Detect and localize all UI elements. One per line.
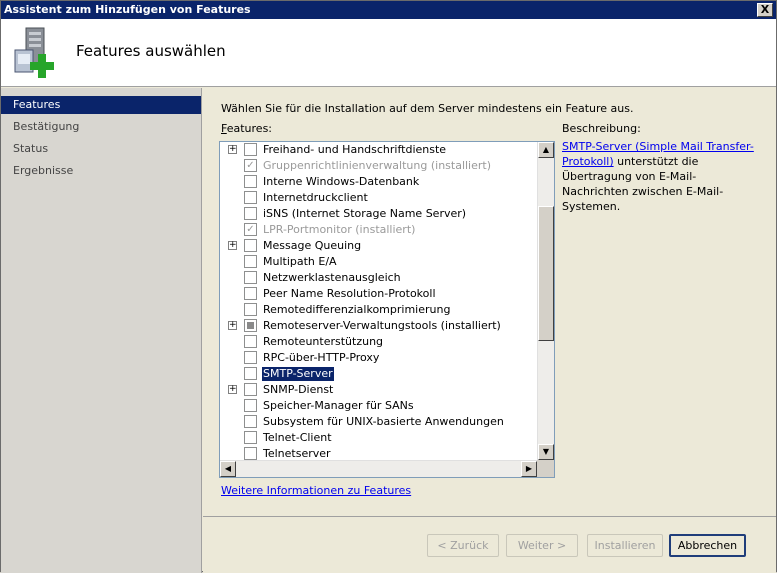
feature-checkbox[interactable] <box>244 351 257 364</box>
feature-row[interactable]: + Freihand- und Handschriftdienste <box>220 142 537 158</box>
expand-icon[interactable]: + <box>228 321 237 330</box>
feature-label: Telnetserver <box>263 447 331 460</box>
expand-icon[interactable]: + <box>228 145 237 154</box>
feature-row[interactable]: Remoteunterstützung <box>220 334 537 350</box>
feature-row[interactable]: + SNMP-Dienst <box>220 382 537 398</box>
feature-row[interactable]: Multipath E/A <box>220 254 537 270</box>
expand-icon[interactable]: + <box>228 241 237 250</box>
sidebar-item-bestaetigung[interactable]: Bestätigung <box>1 118 201 136</box>
features-label: Features: <box>221 122 273 135</box>
feature-row[interactable]: ✓ Gruppenrichtlinienverwaltung (installie… <box>220 158 537 174</box>
feature-checkbox[interactable]: ✓ <box>244 159 257 172</box>
feature-row[interactable]: RPC-über-HTTP-Proxy <box>220 350 537 366</box>
scroll-up-button[interactable]: ▲ <box>538 142 554 158</box>
feature-checkbox[interactable]: ✓ <box>244 223 257 236</box>
scroll-thumb[interactable] <box>538 206 554 341</box>
window-title: Assistent zum Hinzufügen von Features <box>4 3 251 16</box>
intro-text: Wählen Sie für die Installation auf dem … <box>221 102 634 115</box>
feature-checkbox[interactable] <box>244 255 257 268</box>
feature-row[interactable]: Netzwerklastenausgleich <box>220 270 537 286</box>
title-bar[interactable]: Assistent zum Hinzufügen von Features X <box>1 1 776 19</box>
feature-label: RPC-über-HTTP-Proxy <box>263 351 380 364</box>
scroll-down-button[interactable]: ▼ <box>538 444 554 460</box>
feature-label: Peer Name Resolution-Protokoll <box>263 287 436 300</box>
horizontal-scrollbar[interactable]: ◀ ▶ <box>220 460 537 477</box>
feature-checkbox[interactable] <box>244 207 257 220</box>
wizard-content: Wählen Sie für die Installation auf dem … <box>203 88 776 573</box>
description-text: SMTP-Server (Simple Mail Transfer-Protok… <box>562 140 754 213</box>
feature-checkbox[interactable] <box>244 319 257 332</box>
page-title: Features auswählen <box>76 42 226 60</box>
feature-label: Remotedifferenzialkomprimierung <box>263 303 451 316</box>
feature-checkbox[interactable] <box>244 303 257 316</box>
next-button[interactable]: Weiter > <box>506 534 578 557</box>
feature-checkbox[interactable] <box>244 239 257 252</box>
feature-checkbox[interactable] <box>244 383 257 396</box>
close-button[interactable]: X <box>757 3 773 17</box>
features-tree-list[interactable]: + Freihand- und Handschriftdienste ✓ Gruppe… <box>219 141 555 478</box>
feature-checkbox[interactable] <box>244 335 257 348</box>
feature-label: Speicher-Manager für SANs <box>263 399 414 412</box>
feature-label: Netzwerklastenausgleich <box>263 271 401 284</box>
feature-checkbox[interactable] <box>244 367 257 380</box>
expand-icon[interactable]: + <box>228 385 237 394</box>
feature-checkbox[interactable] <box>244 287 257 300</box>
cancel-button[interactable]: Abbrechen <box>669 534 746 557</box>
sidebar-item-status[interactable]: Status <box>1 140 201 158</box>
feature-label: LPR-Portmonitor (installiert) <box>263 223 416 236</box>
scroll-left-button[interactable]: ◀ <box>220 461 236 477</box>
wizard-sidebar: Features Bestätigung Status Ergebnisse <box>1 88 202 573</box>
feature-label: iSNS (Internet Storage Name Server) <box>263 207 467 220</box>
feature-row[interactable]: SMTP-Server <box>220 366 537 382</box>
feature-checkbox[interactable] <box>244 447 257 460</box>
feature-label: Telnet-Client <box>263 431 332 444</box>
feature-checkbox[interactable] <box>244 175 257 188</box>
feature-checkbox[interactable] <box>244 143 257 156</box>
wizard-header: Features auswählen <box>1 19 776 87</box>
wizard-window: Assistent zum Hinzufügen von Features X … <box>0 0 777 573</box>
scroll-right-button[interactable]: ▶ <box>521 461 537 477</box>
install-button[interactable]: Installieren <box>587 534 663 557</box>
feature-checkbox[interactable] <box>244 415 257 428</box>
feature-checkbox[interactable] <box>244 191 257 204</box>
feature-checkbox[interactable] <box>244 271 257 284</box>
vertical-scrollbar[interactable]: ▲ ▼ <box>537 142 554 460</box>
feature-label: Remoteserver-Verwaltungstools (installie… <box>263 319 501 332</box>
feature-row[interactable]: Telnet-Client <box>220 430 537 446</box>
feature-label: SMTP-Server <box>262 367 334 381</box>
feature-label: Multipath E/A <box>263 255 337 268</box>
sidebar-item-ergebnisse[interactable]: Ergebnisse <box>1 162 201 180</box>
feature-label: Remoteunterstützung <box>263 335 384 348</box>
feature-label: Message Queuing <box>263 239 362 252</box>
feature-label: SNMP-Dienst <box>263 383 334 396</box>
feature-row[interactable]: Speicher-Manager für SANs <box>220 398 537 414</box>
back-button[interactable]: < Zurück <box>427 534 499 557</box>
feature-row[interactable]: Interne Windows-Datenbank <box>220 174 537 190</box>
feature-row[interactable]: Internetdruckclient <box>220 190 537 206</box>
feature-label: Gruppenrichtlinienverwaltung (installier… <box>263 159 492 172</box>
scrollbar-corner <box>537 460 554 477</box>
feature-row[interactable]: Peer Name Resolution-Protokoll <box>220 286 537 302</box>
feature-row[interactable]: Remotedifferenzialkomprimierung <box>220 302 537 318</box>
description-label: Beschreibung: <box>562 122 641 135</box>
sidebar-item-features[interactable]: Features <box>1 96 201 114</box>
feature-row[interactable]: Subsystem für UNIX-basierte Anwendungen <box>220 414 537 430</box>
feature-checkbox[interactable] <box>244 431 257 444</box>
server-add-icon <box>14 27 54 78</box>
feature-label: Internetdruckclient <box>263 191 368 204</box>
more-info-link[interactable]: Weitere Informationen zu Features <box>221 484 411 497</box>
feature-label: Freihand- und Handschriftdienste <box>263 143 447 156</box>
feature-label: Subsystem für UNIX-basierte Anwendungen <box>263 415 504 428</box>
feature-row[interactable]: + Remoteserver-Verwaltungstools (installi… <box>220 318 537 334</box>
feature-row[interactable]: ✓ LPR-Portmonitor (installiert) <box>220 222 537 238</box>
feature-row[interactable]: + Message Queuing <box>220 238 537 254</box>
feature-row[interactable]: iSNS (Internet Storage Name Server) <box>220 206 537 222</box>
button-bar: < Zurück Weiter > Installieren Abbrechen <box>203 516 776 573</box>
feature-label: Interne Windows-Datenbank <box>263 175 420 188</box>
feature-checkbox[interactable] <box>244 399 257 412</box>
